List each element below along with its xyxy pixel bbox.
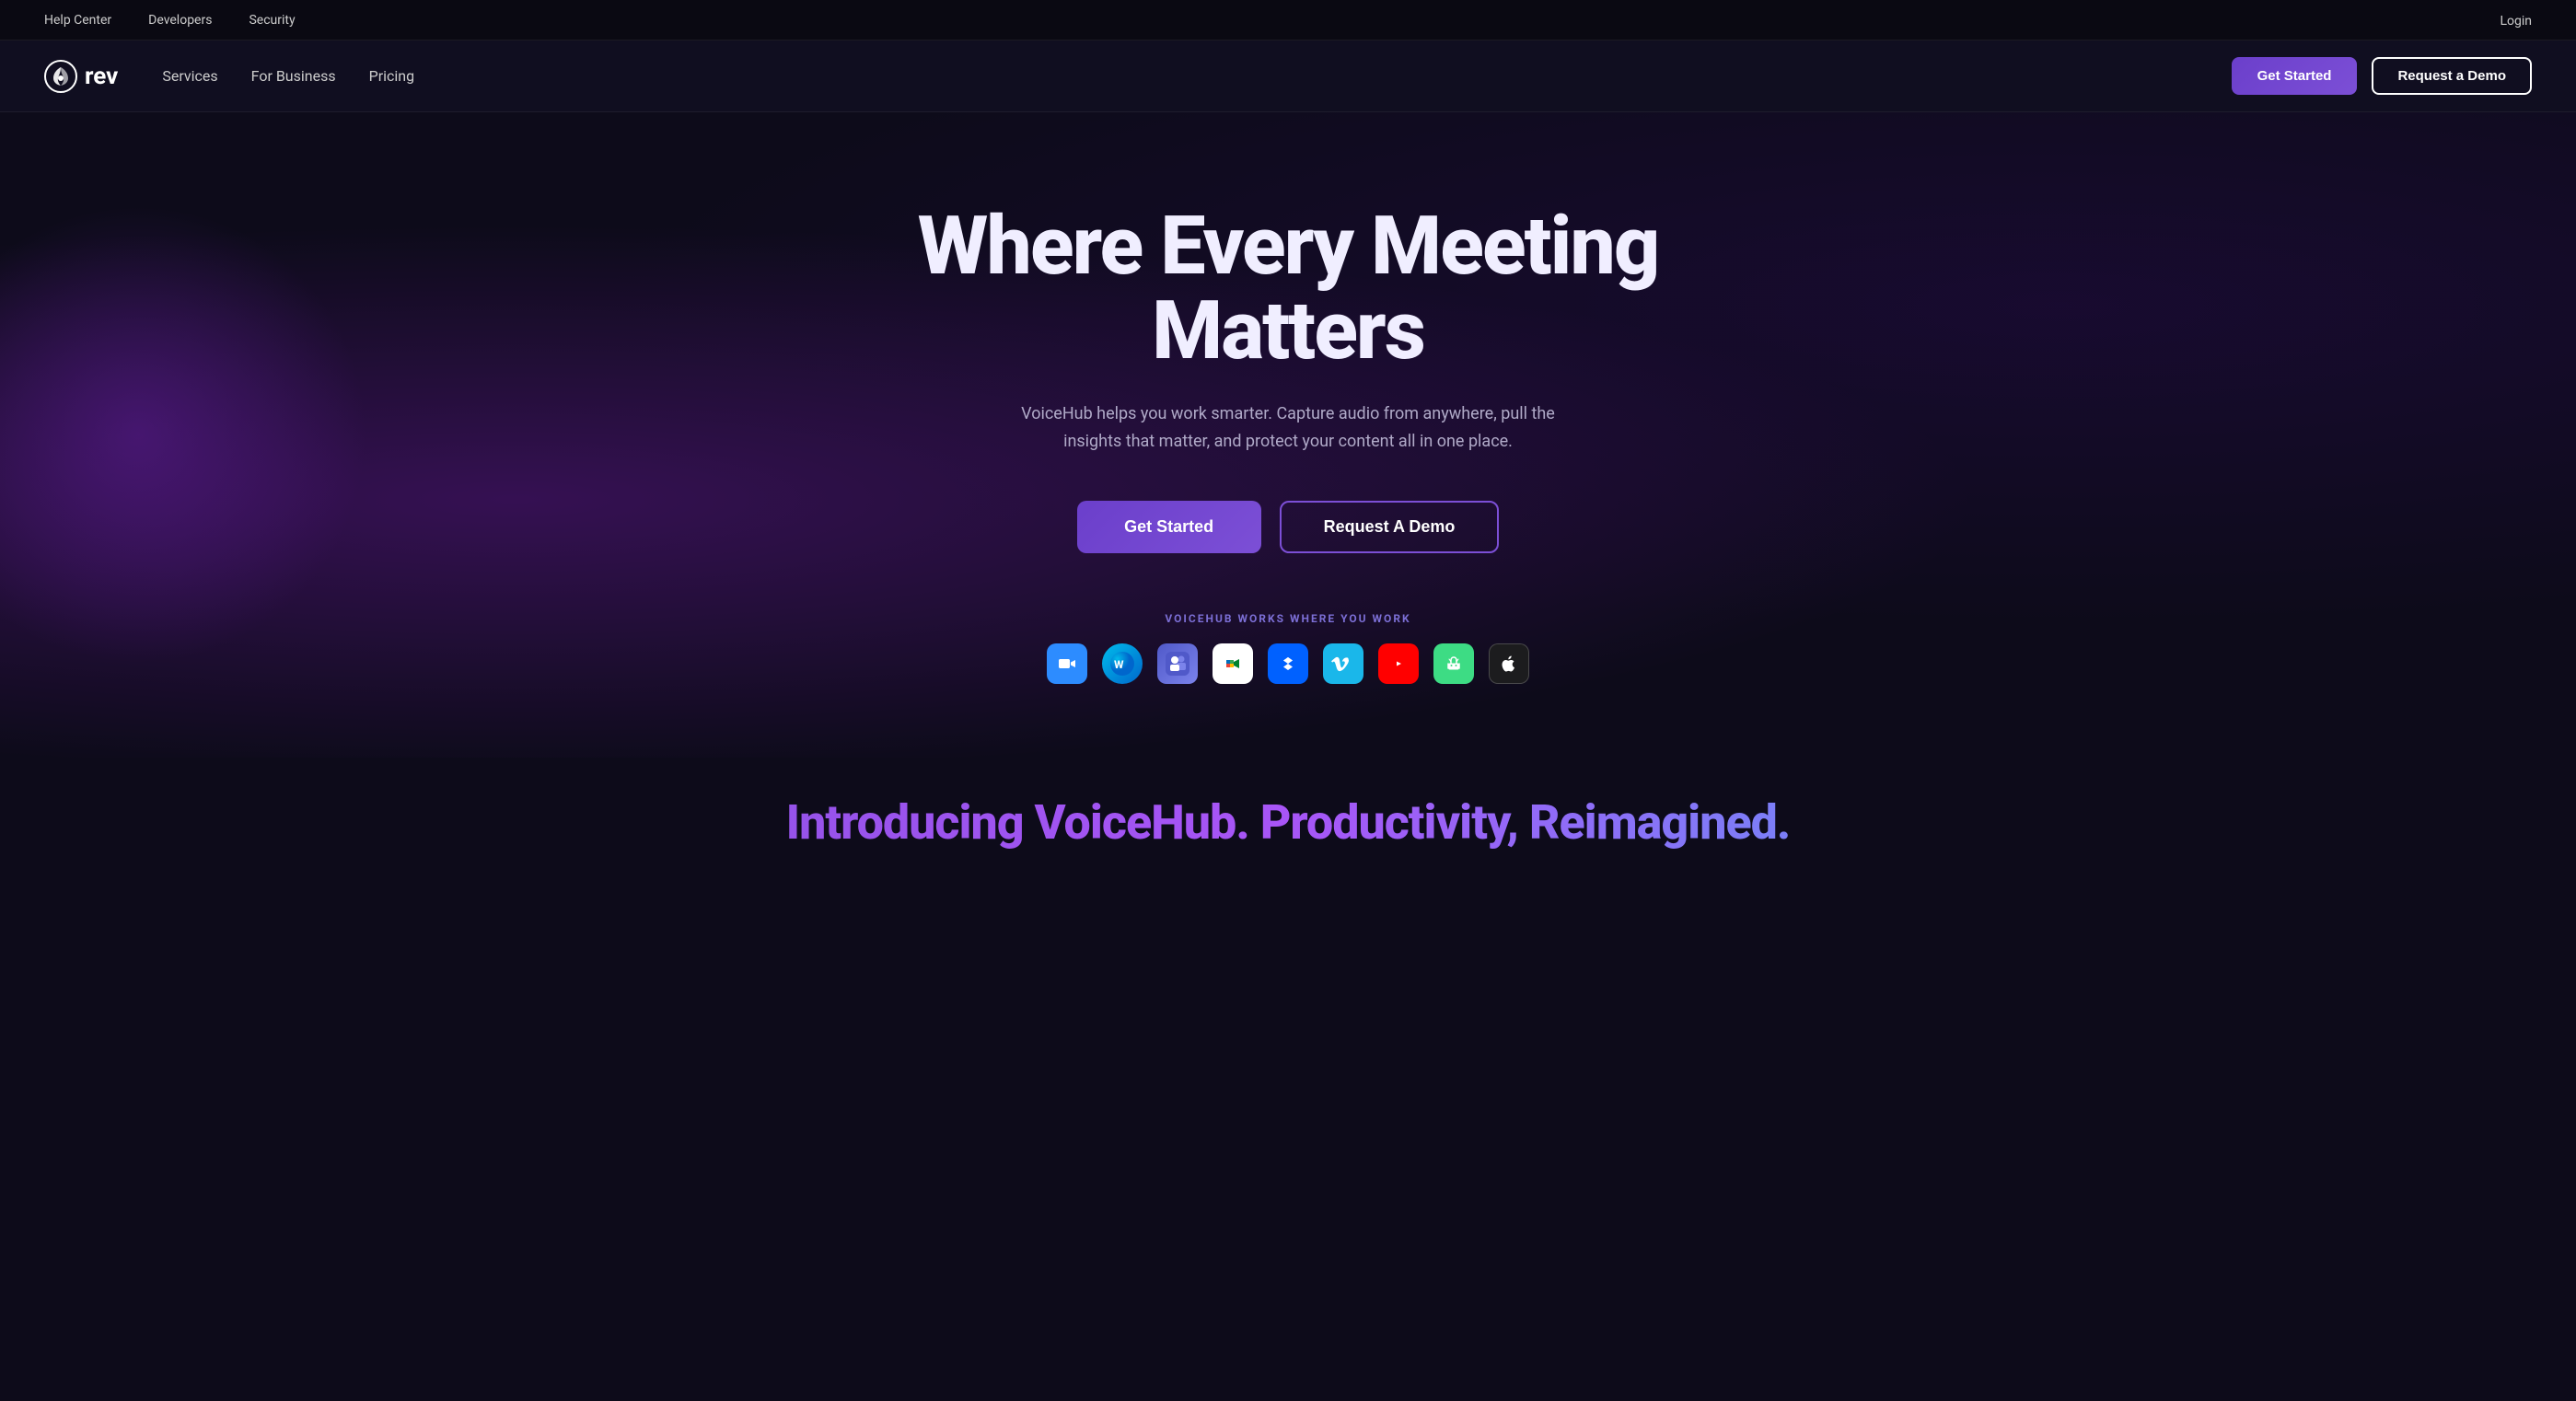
hero-buttons: Get Started Request A Demo [1077,501,1500,553]
integration-icons: W [1047,643,1529,684]
vimeo-icon [1323,643,1363,684]
for-business-nav-link[interactable]: For Business [251,67,336,85]
android-icon [1433,643,1474,684]
nav-request-demo-button[interactable]: Request a Demo [2372,57,2532,95]
logo-text: rev [85,63,118,90]
zoom-icon [1047,643,1087,684]
nav-left: rev Services For Business Pricing [44,60,414,93]
main-nav: rev Services For Business Pricing Get St… [0,41,2576,112]
webex-icon: W [1102,643,1143,684]
hero-title: Where Every Meeting Matters [782,204,1794,375]
bottom-tagline-text: Introducing VoiceHub. Productivity, Reim… [44,794,2532,851]
developers-link[interactable]: Developers [148,13,212,28]
top-bar: Help Center Developers Security Login [0,0,2576,41]
logo[interactable]: rev [44,60,118,93]
dropbox-icon [1268,643,1308,684]
hero-get-started-button[interactable]: Get Started [1077,501,1261,553]
services-nav-link[interactable]: Services [162,67,217,85]
pricing-nav-link[interactable]: Pricing [369,67,415,85]
nav-get-started-button[interactable]: Get Started [2232,57,2358,95]
nav-right: Get Started Request a Demo [2232,57,2532,95]
svg-text:W: W [1114,658,1124,671]
hero-request-demo-button[interactable]: Request A Demo [1280,501,1500,553]
teams-icon [1157,643,1198,684]
meet-icon [1213,643,1253,684]
hero-subtitle: VoiceHub helps you work smarter. Capture… [1012,400,1564,457]
hero-section: Where Every Meeting Matters VoiceHub hel… [0,112,2576,758]
bottom-tagline: Introducing VoiceHub. Productivity, Reim… [0,758,2576,869]
youtube-icon [1378,643,1419,684]
integrations-label: VOICEHUB WORKS WHERE YOU WORK [1165,612,1410,625]
security-link[interactable]: Security [249,13,295,28]
apple-icon [1489,643,1529,684]
top-bar-links: Help Center Developers Security [44,13,296,28]
nav-links: Services For Business Pricing [162,67,414,85]
rev-logo-icon [44,60,77,93]
top-bar-right: Login [2500,11,2532,29]
login-link[interactable]: Login [2500,14,2532,29]
help-center-link[interactable]: Help Center [44,13,111,28]
